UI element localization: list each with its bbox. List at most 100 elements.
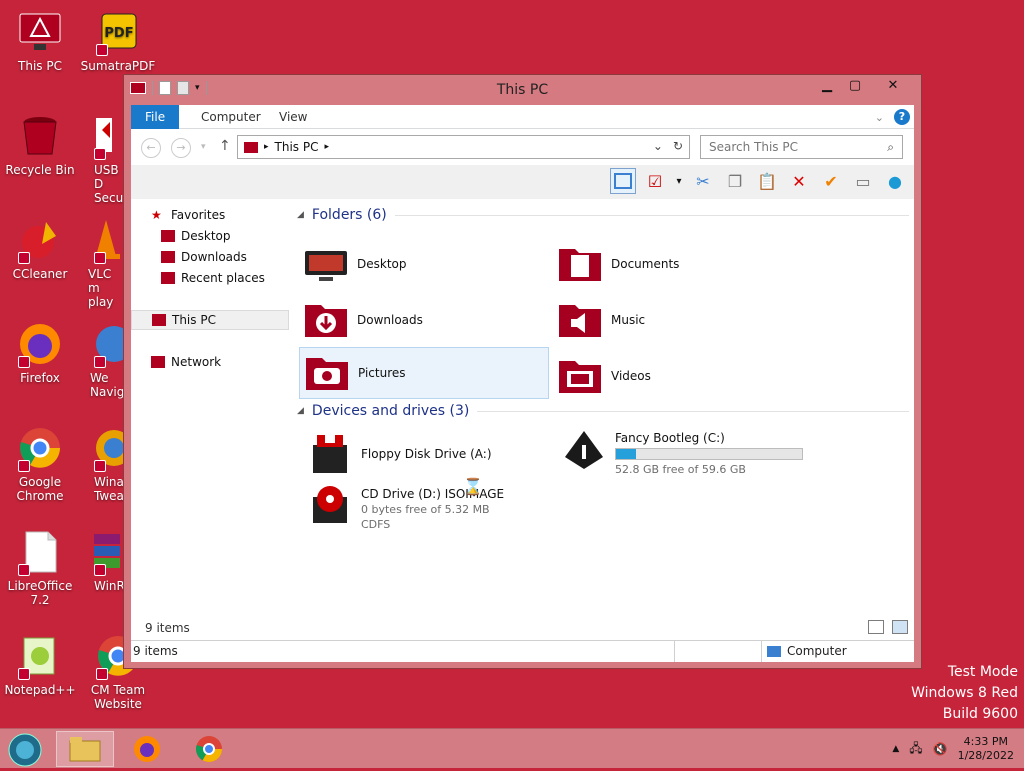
desktop-icon-label: Wina Twea: [94, 475, 124, 503]
explorer-window[interactable]: ▾ This PC ▁ ▢ ✕ File Computer View ⌄ ? ←…: [123, 74, 922, 669]
clock[interactable]: 4:33 PM 1/28/2022: [958, 735, 1014, 763]
desktop-folder-icon: [305, 251, 347, 281]
volume-muted-icon[interactable]: 🔇: [933, 742, 948, 756]
nav-this-pc[interactable]: This PC: [131, 310, 289, 330]
recent-places-icon: [161, 272, 175, 284]
up-arrow-icon[interactable]: ↑: [219, 138, 231, 154]
clock-date: 1/28/2022: [957, 749, 1014, 762]
copy-icon[interactable]: ❐: [722, 168, 748, 194]
folder-videos[interactable]: Videos: [557, 351, 807, 401]
desktop-icon-this-pc[interactable]: This PC: [0, 8, 80, 73]
desktop-icon-vlc[interactable]: VLC m play: [78, 216, 124, 309]
drive-cd[interactable]: CD Drive (D:) ISOIMAGE 0 bytes free of 5…: [307, 483, 547, 539]
collapse-arrow-icon[interactable]: ◢: [297, 210, 304, 220]
chevron-right-icon[interactable]: ▸: [324, 142, 329, 152]
recent-locations-chevron-icon[interactable]: ▾: [201, 142, 206, 152]
cd-drive-icon: [313, 486, 347, 523]
globe-icon[interactable]: ●: [882, 168, 908, 194]
tab-file[interactable]: File: [131, 105, 180, 129]
nav-label: Favorites: [171, 208, 226, 222]
nav-downloads[interactable]: Downloads: [161, 247, 247, 267]
winaero-icon: [92, 424, 124, 472]
chevron-down-icon[interactable]: ⌄: [875, 111, 884, 124]
address-bar[interactable]: ▸ This PC ▸ ⌄ ↻: [237, 135, 690, 159]
nav-network[interactable]: Network: [151, 352, 221, 372]
network-status-icon[interactable]: 🖧: [909, 739, 922, 760]
close-button[interactable]: ✕: [869, 75, 917, 95]
large-icons-view-icon[interactable]: [892, 620, 908, 634]
minimize-button[interactable]: ▁: [813, 75, 841, 95]
show-hidden-icons-icon[interactable]: ▲: [892, 744, 899, 754]
folder-label: Pictures: [358, 366, 406, 380]
download-icon: [161, 251, 175, 263]
desktop-icon-label: USB D Secu: [94, 163, 124, 205]
chevron-down-icon[interactable]: ▾: [674, 168, 684, 194]
desktop-icon-label: We Naviga: [90, 371, 124, 399]
desktop-icon-sumatrapdf[interactable]: PDF SumatraPDF: [78, 8, 158, 73]
desktop-icon-recycle-bin[interactable]: Recycle Bin: [0, 112, 80, 177]
tab-computer[interactable]: Computer: [187, 105, 275, 129]
taskbar-file-explorer[interactable]: [56, 731, 114, 767]
pictures-folder-icon: [306, 358, 348, 390]
chevron-right-icon[interactable]: ▸: [264, 142, 269, 152]
network-icon: [151, 356, 165, 368]
folder-music[interactable]: Music: [557, 295, 807, 345]
desktop-icon-label: CCleaner: [12, 267, 68, 281]
ccleaner-icon: [16, 216, 64, 264]
search-input[interactable]: Search This PC ⌕: [700, 135, 903, 159]
folders-group-header[interactable]: ◢ Folders (6): [297, 207, 909, 223]
watermark-line: Build 9600: [942, 706, 1018, 722]
title-bar[interactable]: ▾ This PC ▁ ▢ ✕: [124, 75, 921, 105]
start-button[interactable]: [4, 732, 46, 768]
chevron-down-icon[interactable]: ⌄: [653, 139, 663, 153]
checkbox-icon[interactable]: ☑: [642, 168, 668, 194]
desktop-icon-winaero-tweaker[interactable]: Wina Twea: [78, 424, 124, 503]
desktop-icon-label: Notepad++: [4, 683, 76, 697]
forward-button[interactable]: →: [171, 138, 191, 158]
folder-downloads[interactable]: Downloads: [303, 295, 553, 345]
desktop-icon-web-navigator[interactable]: We Naviga: [78, 320, 124, 399]
refresh-icon[interactable]: ↻: [673, 139, 683, 153]
folder-documents[interactable]: Documents: [557, 239, 807, 289]
drive-c[interactable]: Fancy Bootleg (C:) 52.8 GB free of 59.6 …: [561, 429, 821, 481]
desktop-icon-label: Recycle Bin: [5, 163, 75, 177]
nav-desktop[interactable]: Desktop: [161, 226, 231, 246]
delete-icon[interactable]: ✕: [786, 168, 812, 194]
desktop-icon-notepad-plus-plus[interactable]: Notepad++: [0, 632, 80, 697]
rename-icon[interactable]: ▭: [850, 168, 876, 194]
help-icon[interactable]: ?: [894, 109, 910, 125]
address-text[interactable]: This PC: [275, 140, 319, 154]
downloads-folder-icon: [305, 305, 347, 337]
desktop-icon-firefox[interactable]: Firefox: [0, 320, 80, 385]
back-button[interactable]: ←: [141, 138, 161, 158]
maximize-button[interactable]: ▢: [841, 75, 869, 95]
taskbar-firefox[interactable]: [118, 731, 176, 767]
desktop-icon-libreoffice[interactable]: LibreOffice 7.2: [0, 528, 80, 607]
preview-pane-icon[interactable]: [610, 168, 636, 194]
nav-favorites[interactable]: ★ Favorites: [151, 205, 225, 225]
collapse-arrow-icon[interactable]: ◢: [297, 406, 304, 416]
drive-floppy[interactable]: Floppy Disk Drive (A:): [307, 431, 547, 477]
checkmark-icon[interactable]: ✔: [818, 168, 844, 194]
winrar-icon: [92, 528, 124, 576]
folder-pictures[interactable]: Pictures: [299, 347, 549, 399]
this-pc-icon: [152, 314, 166, 326]
group-title: Folders (6): [311, 207, 387, 223]
desktop-icon-winrar[interactable]: WinR: [78, 528, 124, 593]
recycle-bin-icon: [16, 112, 64, 160]
desktop-icon-ccleaner[interactable]: CCleaner: [0, 216, 80, 281]
nav-recent-places[interactable]: Recent places: [161, 268, 265, 288]
taskbar-chrome[interactable]: [180, 731, 238, 767]
details-view-icon[interactable]: [868, 620, 884, 634]
search-icon[interactable]: ⌕: [887, 140, 894, 155]
desktop-icon-google-chrome[interactable]: Google Chrome: [0, 424, 80, 503]
tab-view[interactable]: View: [265, 105, 321, 129]
content-pane: ◢ Folders (6) Desktop Documents Download…: [297, 205, 909, 635]
cut-icon[interactable]: ✂: [690, 168, 716, 194]
watermark-line: Test Mode: [947, 664, 1018, 680]
devices-group-header[interactable]: ◢ Devices and drives (3): [297, 403, 909, 419]
paste-icon[interactable]: 📋: [754, 168, 780, 194]
folder-desktop[interactable]: Desktop: [303, 239, 553, 289]
desktop-icon-usb[interactable]: USB D Secu: [78, 112, 124, 205]
start-orb-icon: [8, 733, 42, 767]
